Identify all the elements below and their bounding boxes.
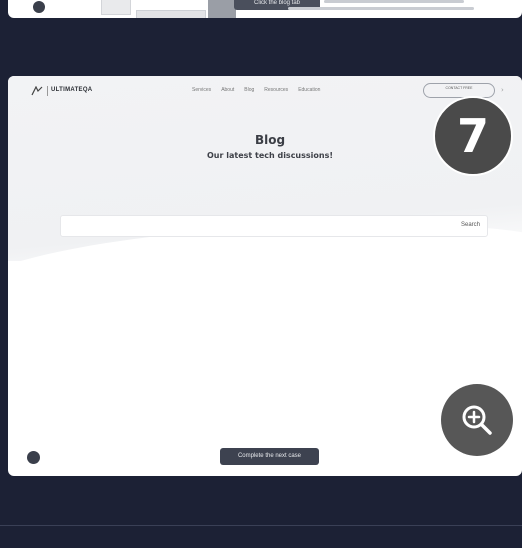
footer-divider <box>0 525 522 526</box>
nav-link-education[interactable]: Education <box>298 87 320 93</box>
step-caption: Complete the next case <box>220 448 319 465</box>
site-navbar: ULTIMATEQA Services About Blog Resources… <box>8 76 522 106</box>
previous-thumbnail <box>101 0 131 15</box>
previous-blurred-text <box>288 7 474 10</box>
zoom-in-icon <box>462 405 492 435</box>
screenshot-card: ULTIMATEQA Services About Blog Resources… <box>8 76 522 476</box>
logo-icon[interactable] <box>31 86 43 96</box>
previous-thumbnail-secondary <box>136 10 206 18</box>
previous-person-image <box>208 0 236 18</box>
nav-link-about[interactable]: About <box>221 87 234 93</box>
nav-link-services[interactable]: Services <box>192 87 211 93</box>
search-button[interactable]: Search <box>461 222 480 228</box>
contact-button[interactable]: CONTACT FREE <box>423 83 495 98</box>
nav-links: Services About Blog Resources Education <box>192 87 320 93</box>
logo-divider <box>47 86 48 96</box>
previous-blurred-text <box>324 0 464 3</box>
step-number-badge: 7 <box>433 96 513 176</box>
previous-step-card: Click the blog tab <box>8 0 522 18</box>
logo-text[interactable]: ULTIMATEQA <box>51 87 92 93</box>
search-input[interactable]: Search <box>60 215 488 237</box>
previous-step-badge <box>33 1 45 13</box>
chat-bubble-icon[interactable] <box>27 451 40 464</box>
nav-link-resources[interactable]: Resources <box>264 87 288 93</box>
zoom-button[interactable] <box>441 384 513 456</box>
nav-link-blog[interactable]: Blog <box>244 87 254 93</box>
nav-arrow-icon[interactable]: › <box>501 86 509 94</box>
